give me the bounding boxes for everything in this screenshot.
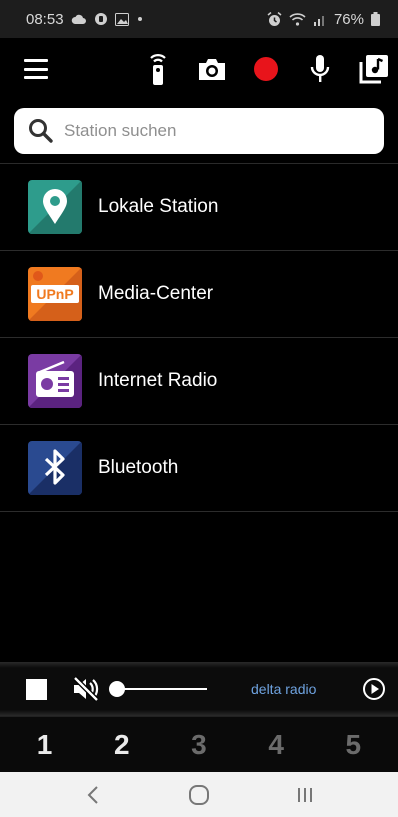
svg-text:UPnP: UPnP [36,286,73,302]
preset-3[interactable]: 3 [169,729,229,761]
preset-bar: 1 2 3 4 5 [0,716,398,772]
microphone-icon [310,55,330,82]
signal-icon [313,15,324,26]
remote-control-button[interactable] [142,51,174,87]
speaker-muted-icon [73,676,99,702]
source-item-bluetooth[interactable]: Bluetooth [0,425,398,512]
station-search[interactable] [14,108,384,154]
camera-icon [199,59,225,80]
play-circle-icon [363,678,385,700]
player-bar: delta radio [0,662,398,716]
recents-button[interactable] [285,780,325,810]
play-button[interactable] [362,677,386,701]
stop-button[interactable] [26,678,47,700]
volume-track [115,688,207,690]
status-bar: 08:53 76% [0,0,398,38]
source-item-local-station[interactable]: Lokale Station [0,164,398,251]
camera-button[interactable] [196,51,228,87]
record-button[interactable] [250,51,282,87]
menu-icon [24,59,48,62]
preset-2[interactable]: 2 [92,729,152,761]
current-station[interactable]: delta radio [251,681,316,697]
volume-knob[interactable] [109,681,125,697]
status-time: 08:53 [26,10,64,28]
source-item-media-center[interactable]: UPnP Media-Center [0,251,398,338]
notification-icon [94,13,107,25]
image-icon [114,12,129,26]
source-list: Lokale Station UPnP Media-Center Interne… [0,164,398,512]
source-label: Lokale Station [98,196,219,217]
app-toolbar [0,38,398,100]
alarm-icon [267,11,282,26]
upnp-icon: UPnP [28,267,82,321]
music-library-button[interactable] [358,51,390,87]
status-left: 08:53 [26,11,144,28]
wifi-icon [289,12,306,26]
home-icon [189,784,209,805]
dot-icon [137,17,142,21]
bluetooth-icon [28,441,82,495]
search-input[interactable] [64,121,364,141]
recents-icon [298,787,312,802]
mute-button[interactable] [71,674,101,704]
source-label: Bluetooth [98,457,179,478]
cloud-icon [71,14,86,24]
search-icon [29,119,53,143]
preset-4[interactable]: 4 [246,729,306,761]
home-button[interactable] [179,780,219,810]
source-item-internet-radio[interactable]: Internet Radio [0,338,398,425]
back-button[interactable] [73,780,113,810]
radio-icon [28,354,82,408]
microphone-button[interactable] [304,51,336,87]
preset-1[interactable]: 1 [15,729,75,761]
source-label: Media-Center [98,283,214,304]
toolbar-actions [142,51,390,87]
back-icon [87,785,98,804]
battery-percent: 76% [333,10,364,28]
battery-icon [371,12,380,26]
remote-control-icon [150,54,166,85]
location-pin-icon [28,180,82,234]
volume-slider[interactable] [109,679,209,699]
system-nav-bar [0,772,398,817]
menu-button[interactable] [24,59,48,79]
music-library-icon [359,55,388,84]
record-icon [254,57,278,81]
source-label: Internet Radio [98,370,218,391]
status-right: 76% [267,11,380,28]
preset-5[interactable]: 5 [323,729,383,761]
